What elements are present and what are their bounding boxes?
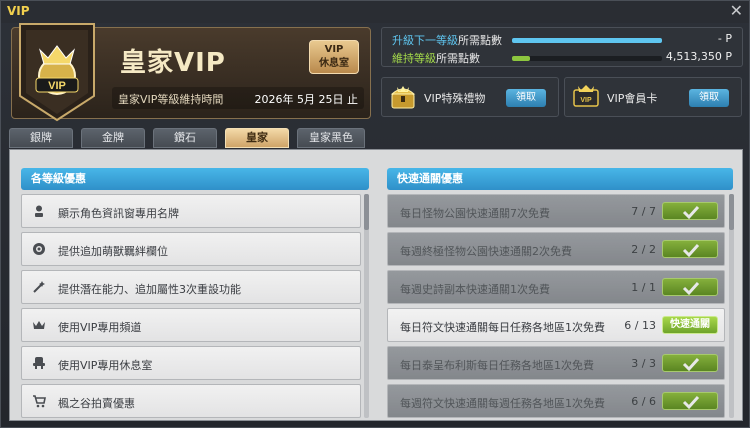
benefit-text: 使用VIP專用休息室 — [58, 359, 153, 372]
quick-clear-text: 每週符文快速通關每週任務各地區1次免費 — [400, 397, 605, 410]
svg-text:VIP: VIP — [580, 97, 592, 104]
vip-window: VIP ✕ VIP 皇家VIP VIP 休息室 皇家VIP等級維持時間 2026… — [0, 0, 750, 428]
quick-clear-text: 每週終極怪物公園快速通關2次免費 — [400, 245, 572, 258]
cart-icon — [33, 395, 46, 408]
quick-clear-count: 6 / 13 — [624, 319, 656, 332]
maintain-progress-bar — [512, 56, 662, 61]
person-icon — [35, 205, 43, 217]
benefit-text: 楓之谷拍賣優惠 — [58, 397, 135, 410]
maintain-rest: 所需點數 — [436, 52, 480, 65]
list-item: 每日泰呈布利斯每日任務各地區1次免費 3 / 3 — [387, 346, 725, 380]
left-scrollbar[interactable] — [364, 194, 369, 418]
completed-check-icon — [662, 392, 718, 410]
completed-check-icon — [662, 278, 718, 296]
list-item: 提供潛在能力、追加屬性3次重設功能 — [21, 270, 361, 304]
list-item: 每日符文快速通關每日任務各地區1次免費 6 / 13 快速通關 — [387, 308, 725, 342]
tier-benefits-header: 各等級優惠 — [21, 168, 369, 190]
quick-clear-text: 每日符文快速通關每日任務各地區1次免費 — [400, 321, 605, 334]
svg-text:VIP: VIP — [48, 80, 66, 92]
list-item: 顯示角色資訊窗專用名牌 — [21, 194, 361, 228]
left-scroll-thumb[interactable] — [364, 194, 369, 230]
rank-panel: VIP 皇家VIP VIP 休息室 皇家VIP等級維持時間 2026年 5月 2… — [11, 23, 371, 122]
tab-silver[interactable]: 銀牌 — [9, 128, 73, 148]
list-item: 使用VIP專用頻道 — [21, 308, 361, 342]
quick-clear-text: 每週史詩副本快速通關1次免費 — [400, 283, 550, 296]
tab-royal[interactable]: 皇家 — [225, 128, 289, 148]
next-level-progress-bar — [512, 38, 662, 43]
maintain-highlight: 維持等級 — [392, 52, 436, 65]
vip-gift-claim-button[interactable]: 領取 — [506, 89, 546, 107]
vip-emblem-icon: VIP — [19, 23, 95, 122]
lounge-line1: VIP — [324, 44, 344, 55]
quick-clear-count: 3 / 3 — [631, 357, 656, 370]
next-level-label: 升級下一等級所需點數 — [392, 32, 502, 48]
title-bar: VIP ✕ — [1, 1, 749, 23]
benefits-content: 各等級優惠 快速通關優惠 顯示角色資訊窗專用名牌 提供追加萌獸羈絆欄位 提供潛在… — [9, 149, 743, 421]
tier-benefits-list[interactable]: 顯示角色資訊窗專用名牌 提供追加萌獸羈絆欄位 提供潛在能力、追加屬性3次重設功能… — [21, 194, 362, 418]
list-item: 提供追加萌獸羈絆欄位 — [21, 232, 361, 266]
benefit-text: 使用VIP專用頻道 — [58, 321, 142, 334]
completed-check-icon — [662, 202, 718, 220]
list-item: 每日怪物公園快速通關7次免費 7 / 7 — [387, 194, 725, 228]
quick-clear-count: 6 / 6 — [631, 395, 656, 408]
magic-icon — [33, 281, 45, 293]
list-item: 每週史詩副本快速通關1次免費 1 / 1 — [387, 270, 725, 304]
benefit-text: 顯示角色資訊窗專用名牌 — [58, 207, 179, 220]
benefit-text: 提供潛在能力、追加屬性3次重設功能 — [58, 283, 241, 296]
vip-gift-panel: VIP特殊禮物 領取 — [381, 77, 559, 117]
right-scroll-thumb[interactable] — [729, 194, 734, 230]
quick-clear-text: 每日泰呈布利斯每日任務各地區1次免費 — [400, 359, 594, 372]
vip-gift-label: VIP特殊禮物 — [424, 92, 486, 105]
tab-gold[interactable]: 金牌 — [81, 128, 145, 148]
quick-clear-count: 1 / 1 — [631, 281, 656, 294]
maintain-label: 維持等級所需點數 — [392, 50, 480, 66]
eye-icon — [33, 243, 45, 255]
gift-chest-icon — [390, 86, 416, 109]
quick-clear-button[interactable]: 快速通關 — [662, 316, 718, 334]
maintain-points: 4,513,350 P — [665, 50, 732, 63]
quick-clear-count: 7 / 7 — [631, 205, 656, 218]
close-icon[interactable]: ✕ — [730, 1, 743, 20]
rank-duration-label: 皇家VIP等級維持時間 — [118, 93, 224, 106]
list-item: 使用VIP專用休息室 — [21, 346, 361, 380]
completed-check-icon — [662, 240, 718, 258]
quick-clear-count: 2 / 2 — [631, 243, 656, 256]
window-title: VIP — [7, 4, 30, 18]
quick-clear-list[interactable]: 每日怪物公園快速通關7次免費 7 / 7 每週終極怪物公園快速通關2次免費 2 … — [387, 194, 727, 418]
maintain-progress-fill — [512, 56, 530, 61]
quick-clear-text: 每日怪物公園快速通關7次免費 — [400, 207, 550, 220]
points-panel: 升級下一等級所需點數 - P 維持等級所需點數 4,513,350 P — [381, 27, 743, 67]
quick-clear-header: 快速通關優惠 — [387, 168, 733, 190]
next-level-progress-fill — [512, 38, 662, 43]
benefit-text: 提供追加萌獸羈絆欄位 — [58, 245, 168, 258]
next-level-rest: 所需點數 — [458, 34, 502, 47]
vip-card-icon: VIP — [573, 85, 599, 107]
list-item: 每週終極怪物公園快速通關2次免費 2 / 2 — [387, 232, 725, 266]
next-level-points: - P — [717, 32, 732, 45]
crown-icon — [33, 321, 45, 329]
vip-card-claim-button[interactable]: 領取 — [689, 89, 729, 107]
next-level-highlight: 升級下一等級 — [392, 34, 458, 47]
vip-card-label: VIP會員卡 — [607, 92, 658, 105]
vip-card-panel: VIP VIP會員卡 領取 — [564, 77, 742, 117]
rank-duration: 皇家VIP等級維持時間 2026年 5月 25日 止 — [112, 87, 364, 109]
right-scrollbar[interactable] — [729, 194, 734, 418]
list-item: 楓之谷拍賣優惠 — [21, 384, 361, 418]
rank-duration-value: 2026年 5月 25日 止 — [254, 93, 358, 106]
tab-royal-black[interactable]: 皇家黑色 — [297, 128, 365, 148]
lounge-line2: 休息室 — [319, 58, 349, 69]
rank-title: 皇家VIP — [120, 48, 226, 78]
completed-check-icon — [662, 354, 718, 372]
list-item: 每週符文快速通關每週任務各地區1次免費 6 / 6 — [387, 384, 725, 418]
vip-lounge-button[interactable]: VIP 休息室 — [309, 40, 359, 74]
tab-diamond[interactable]: 鑽石 — [153, 128, 217, 148]
chair-icon — [33, 357, 45, 369]
